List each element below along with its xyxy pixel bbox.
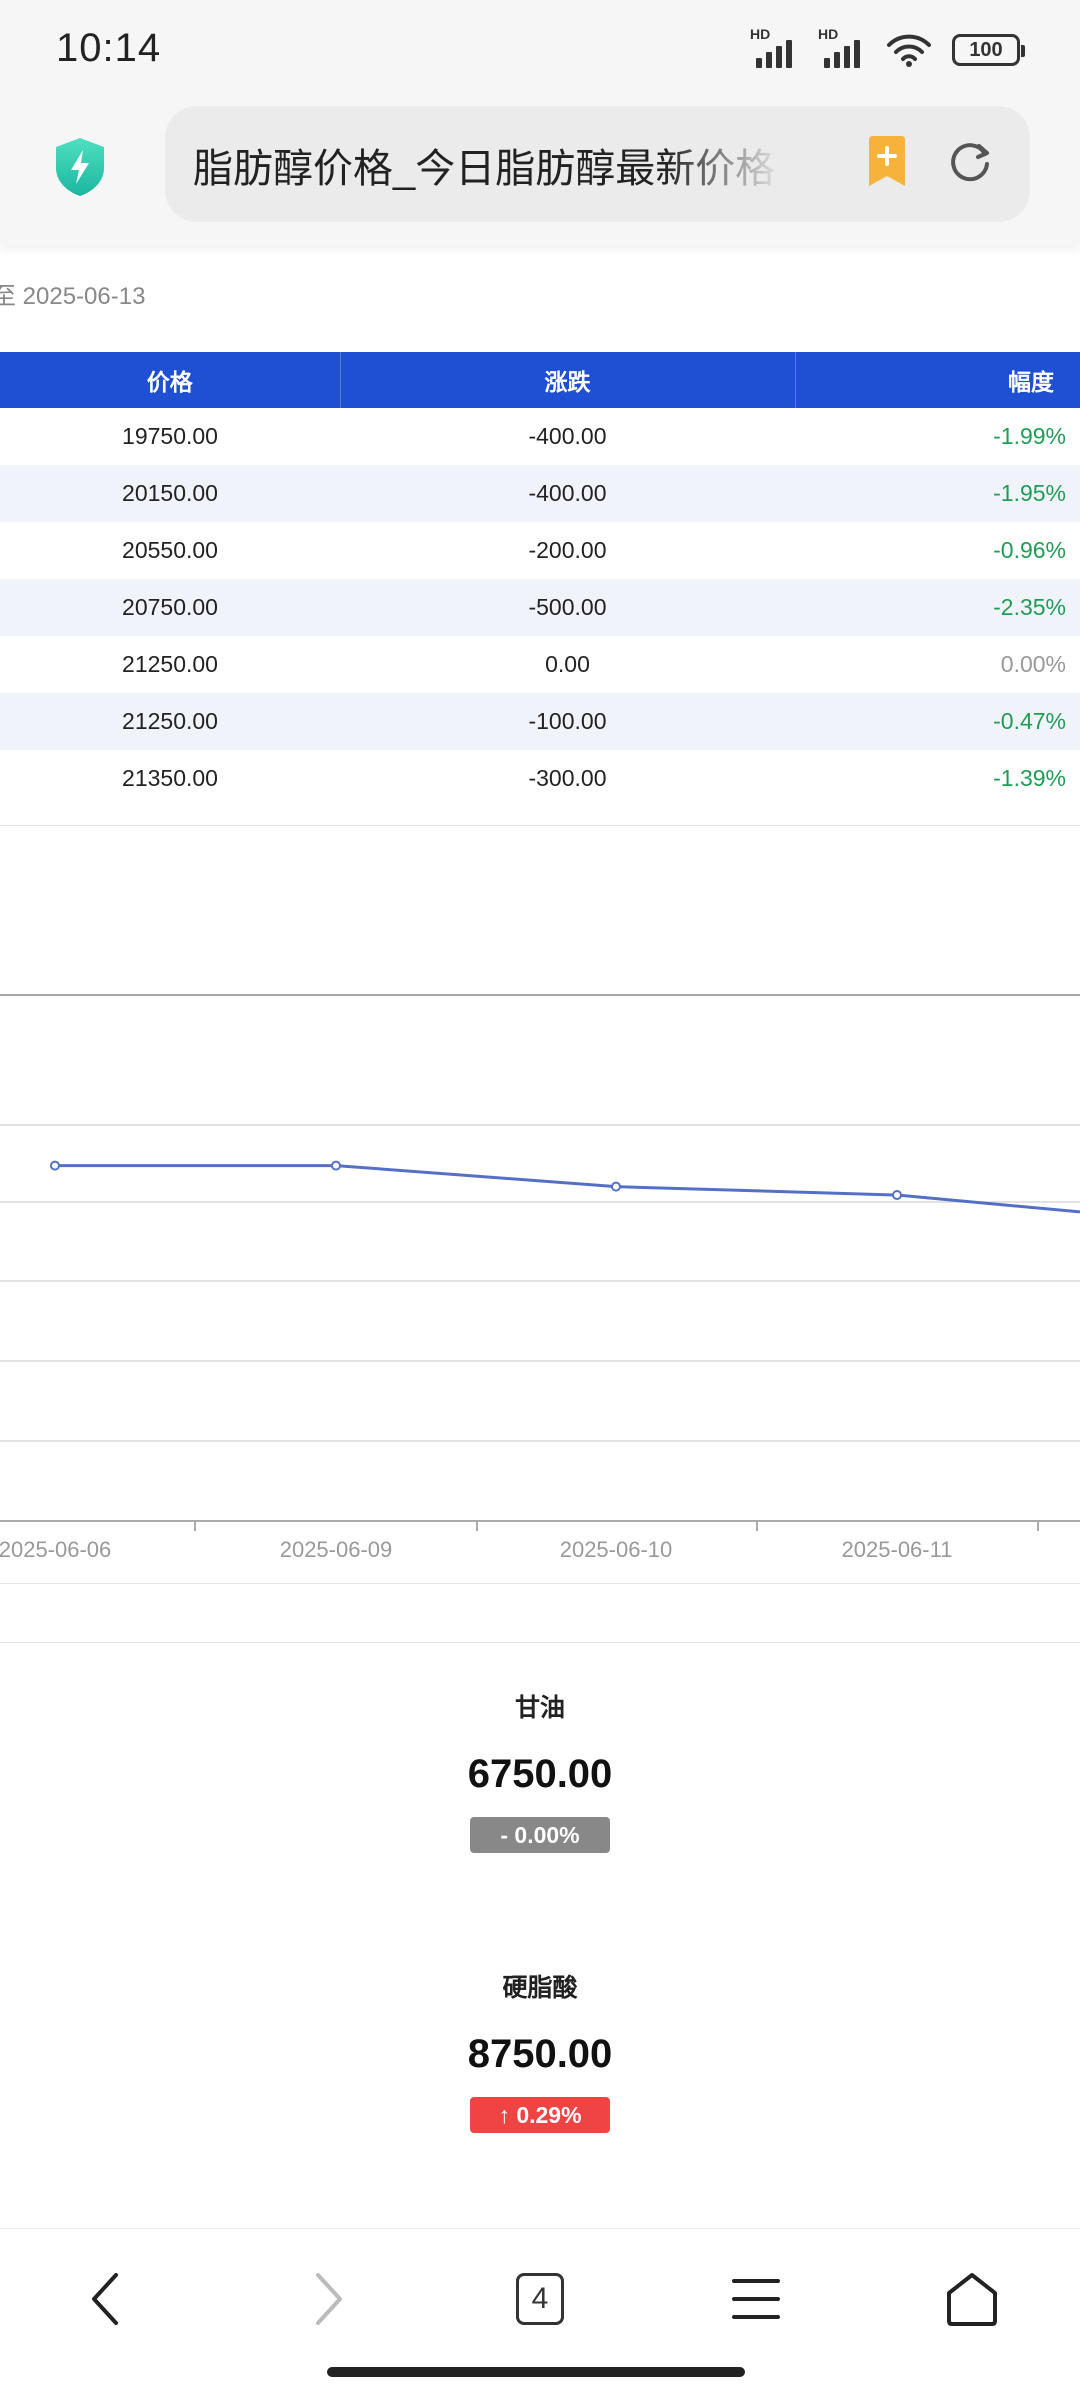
wifi-icon (887, 34, 931, 67)
cell-price: 20750.00 (0, 579, 340, 636)
status-bar: 10:14 HD HD 100 (0, 0, 1080, 100)
cell-percent: 0.00% (1000, 651, 1066, 677)
header-price: 价格 (0, 352, 340, 408)
card-price: 6750.00 (467, 1752, 613, 1796)
cell-percent: -2.35% (795, 579, 1080, 636)
table-row: 21350.00 -300.00 -1.39% (0, 750, 1080, 807)
date-range: 至 2025-06-13 (0, 283, 146, 310)
signal-icon-2: HD (818, 26, 866, 70)
cell-price: 21350.00 (122, 765, 218, 791)
header-change: 涨跌 (339, 352, 795, 408)
cell-percent: -1.95% (795, 465, 1080, 522)
table-row: 21250.00 0.00 0.00% (0, 636, 1080, 693)
forward-icon (316, 2273, 342, 2325)
cell-change: 0.00 (545, 651, 590, 677)
cell-change: -200.00 (528, 537, 607, 563)
x-tick-label: 2025-06-11 (842, 1537, 953, 1562)
card-price: 8750.00 (467, 2032, 613, 2076)
x-tick-label: 2025-06-10 (560, 1537, 673, 1562)
cell-percent: -0.47% (795, 693, 1080, 750)
series-line (55, 1164, 1080, 1214)
card-name: 甘油 (514, 1694, 565, 1722)
table-header-row: 价格 涨跌 幅度 (0, 352, 1080, 408)
browser-toolbar: 脂肪醇价格_今日脂肪醇最新价格 (0, 100, 1080, 245)
card-name: 硬脂酸 (502, 1974, 578, 2002)
cell-change: -400.00 (340, 465, 795, 522)
back-button[interactable] (66, 2259, 146, 2339)
tabs-button[interactable]: 4 (500, 2259, 580, 2339)
signal-icon: HD (750, 26, 798, 70)
menu-icon (732, 2279, 780, 2319)
address-bar[interactable]: 脂肪醇价格_今日脂肪醇最新价格 (165, 106, 1030, 222)
home-button[interactable] (932, 2259, 1012, 2339)
data-point (892, 1190, 902, 1201)
table-row: 20750.00 -500.00 -2.35% (0, 579, 1080, 636)
menu-button[interactable] (716, 2259, 796, 2339)
table-row: 19750.00 -400.00 -1.99% (0, 408, 1080, 465)
product-card-stearic-acid[interactable]: 硬脂酸 8750.00 ↑ 0.29% (0, 1968, 1080, 2133)
change-badge: ↑ 0.29% (470, 2097, 610, 2133)
tabs-icon: 4 (516, 2273, 564, 2325)
status-time: 10:14 (56, 26, 162, 70)
data-point (331, 1160, 341, 1171)
cell-percent: -1.39% (993, 765, 1066, 791)
change-badge: - 0.00% (470, 1817, 610, 1853)
cell-change: -500.00 (340, 579, 795, 636)
home-indicator (327, 2367, 745, 2377)
price-table: 价格 涨跌 幅度 19750.00 -400.00 -1.99% 20150.0… (0, 352, 1080, 807)
cell-price: 20550.00 (122, 537, 218, 563)
table-row: 20550.00 -200.00 -0.96% (0, 522, 1080, 579)
bookmark-add-icon[interactable] (865, 136, 909, 188)
cell-price: 21250.00 (122, 651, 218, 677)
status-icons: HD HD 100 (750, 26, 1025, 72)
cell-percent: -0.96% (993, 537, 1066, 563)
x-tick-label: 2025-06-06 (0, 1537, 111, 1562)
header-percent: 幅度 (794, 352, 1080, 408)
table-row: 21250.00 -100.00 -0.47% (0, 693, 1080, 750)
product-card-glycerin[interactable]: 甘油 6750.00 - 0.00% (0, 1688, 1080, 1853)
cell-price: 20150.00 (0, 465, 340, 522)
data-point (611, 1181, 621, 1192)
refresh-icon[interactable] (945, 136, 995, 186)
divider (0, 1642, 1080, 1643)
battery-icon: 100 (952, 34, 1025, 66)
cell-change: -300.00 (528, 765, 607, 791)
cell-price: 19750.00 (122, 423, 218, 449)
forward-button[interactable] (288, 2259, 368, 2339)
divider (0, 825, 1080, 826)
x-tick-label: 2025-06-09 (280, 1537, 393, 1562)
cell-change: -400.00 (528, 423, 607, 449)
data-point (50, 1160, 60, 1171)
divider (0, 1583, 1080, 1584)
price-line-chart: 2025-06-06 2025-06-09 2025-06-10 2025-06-11 (0, 994, 1080, 1562)
table-row: 20150.00 -400.00 -1.95% (0, 465, 1080, 522)
cell-change: -100.00 (340, 693, 795, 750)
home-icon (947, 2273, 997, 2326)
shield-bolt-icon[interactable] (52, 136, 108, 198)
address-text[interactable]: 脂肪醇价格_今日脂肪醇最新价格 (193, 136, 783, 194)
back-icon (92, 2273, 118, 2325)
cell-price: 21250.00 (0, 693, 340, 750)
cell-percent: -1.99% (993, 423, 1066, 449)
